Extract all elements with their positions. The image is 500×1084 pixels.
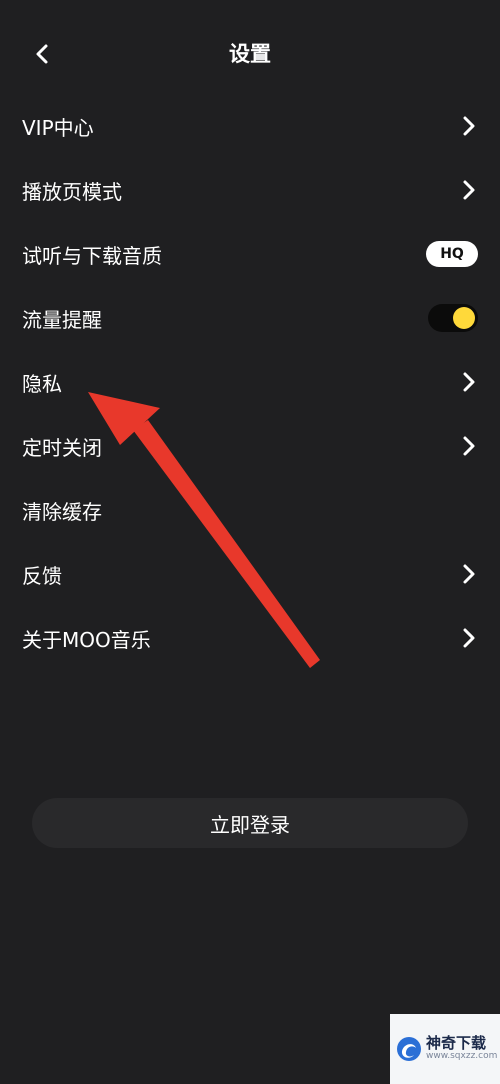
row-label: 试听与下载音质 xyxy=(22,243,162,268)
chevron-right-icon xyxy=(463,628,475,648)
watermark-url: www.sqxzz.com xyxy=(426,1051,498,1062)
row-label: 反馈 xyxy=(22,563,62,588)
row-label: 流量提醒 xyxy=(22,307,102,332)
row-label: 隐私 xyxy=(22,371,62,396)
settings-row-data-reminder: 流量提醒 xyxy=(0,286,500,350)
settings-row-player-mode[interactable]: 播放页模式 xyxy=(0,158,500,222)
settings-row-vip-center[interactable]: VIP中心 xyxy=(0,94,500,158)
settings-row-audio-quality[interactable]: 试听与下载音质 HQ xyxy=(0,222,500,286)
toggle-knob xyxy=(453,307,475,329)
settings-row-feedback[interactable]: 反馈 xyxy=(0,542,500,606)
chevron-right-icon xyxy=(463,436,475,456)
row-label: 定时关闭 xyxy=(22,435,102,460)
watermark-title: 神奇下载 xyxy=(426,1034,487,1053)
settings-row-clear-cache[interactable]: 清除缓存 xyxy=(0,478,500,542)
chevron-right-icon xyxy=(463,180,475,200)
settings-row-privacy[interactable]: 隐私 xyxy=(0,350,500,414)
login-button[interactable]: 立即登录 xyxy=(32,798,468,848)
quality-badge[interactable]: HQ xyxy=(426,241,478,267)
watermark: 神奇下载 www.sqxzz.com xyxy=(390,1014,500,1084)
data-reminder-toggle[interactable] xyxy=(428,304,478,332)
settings-row-sleep-timer[interactable]: 定时关闭 xyxy=(0,414,500,478)
row-label: VIP中心 xyxy=(22,115,94,140)
watermark-text: 神奇下载 www.sqxzz.com xyxy=(426,1036,497,1061)
page-title: 设置 xyxy=(229,42,271,66)
row-label: 关于MOO音乐 xyxy=(22,627,151,652)
chevron-right-icon xyxy=(463,372,475,392)
swirl-logo-icon xyxy=(397,1037,421,1061)
settings-list: VIP中心 播放页模式 试听与下载音质 HQ 流量提醒 隐私 定时关闭 清除缓存 xyxy=(0,94,500,670)
settings-row-about[interactable]: 关于MOO音乐 xyxy=(0,606,500,670)
chevron-right-icon xyxy=(463,116,475,136)
row-label: 清除缓存 xyxy=(22,499,102,524)
chevron-right-icon xyxy=(463,564,475,584)
row-label: 播放页模式 xyxy=(22,179,122,204)
